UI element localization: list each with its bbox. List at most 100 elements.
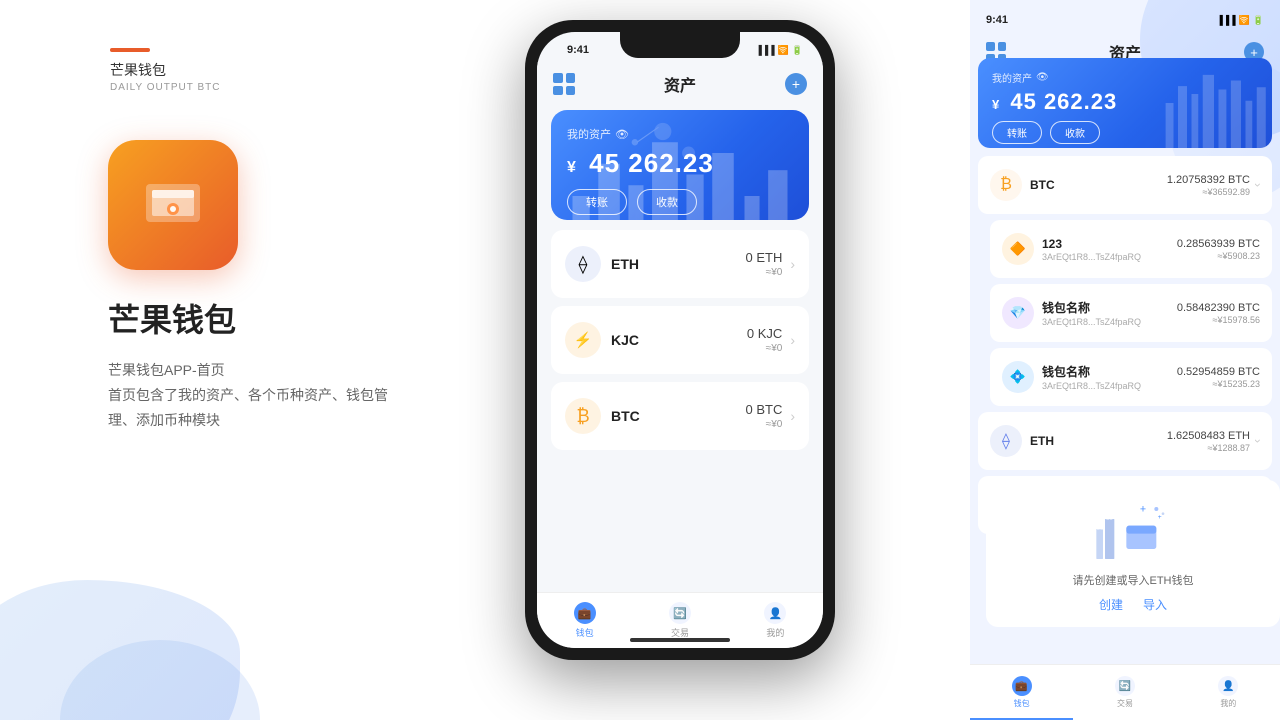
eth-logo: ⟠ — [565, 246, 601, 282]
signal-icon: ▐▐▐ — [755, 45, 774, 55]
kjc-amount: 0 KJC — [747, 326, 782, 341]
right-eth-name: ETH — [1030, 434, 1054, 448]
btc-logo: ₿ — [565, 398, 601, 434]
mine-nav-icon: 👤 — [764, 602, 786, 624]
eth-create-illustration: + + — [1093, 494, 1173, 564]
right-nav-trade[interactable]: 🔄 交易 — [1073, 665, 1176, 720]
phone-nav-wallet[interactable]: 💼 钱包 — [537, 593, 632, 648]
right-trade-nav-icon: 🔄 — [1115, 676, 1135, 696]
phone-coin-right-kjc: 0 KJC ≈¥0 › — [747, 326, 795, 354]
battery-icon: 🔋 — [792, 45, 803, 56]
right-eth-amounts: 1.62508483 ETH ≈¥1288.87 — [1167, 430, 1250, 453]
phone-coin-left-btc: ₿ BTC — [565, 398, 640, 434]
right-eth-sub: ≈¥1288.87 — [1167, 443, 1250, 453]
right-btc-right: 1.20758392 BTC ≈¥36592.89 › — [1167, 174, 1260, 197]
wallet-nav-icon: 💼 — [574, 602, 596, 624]
right-btc-main: 1.20758392 BTC — [1167, 174, 1250, 186]
eth-import-link[interactable]: 导入 — [1143, 596, 1167, 613]
brand-tagline: DAILY OUTPUT BTC — [110, 82, 220, 93]
phone-screen: 9:41 ▐▐▐ 🛜 🔋 资产 + — [537, 32, 823, 648]
phone-coin-item-kjc[interactable]: ⚡ KJC 0 KJC ≈¥0 › — [551, 306, 809, 374]
right-coin-123[interactable]: 🔶 123 3ArEQt1R8...TsZ4fpaRQ 0.28563939 B… — [990, 220, 1272, 278]
eth-amounts: 0 ETH ≈¥0 — [745, 250, 782, 278]
right-123-name: 123 — [1042, 237, 1141, 251]
wifi-icon: 🛜 — [778, 45, 789, 56]
btc-amounts: 0 BTC ≈¥0 — [745, 402, 782, 430]
desc-line1: 芒果钱包APP-首页 — [108, 358, 388, 383]
right-eth-chevron-icon: › — [1251, 439, 1265, 443]
right-eth-right: 1.62508483 ETH ≈¥1288.87 › — [1167, 430, 1260, 453]
phone-coin-item-btc[interactable]: ₿ BTC 0 BTC ≈¥0 › — [551, 382, 809, 450]
right-bottom-nav: 💼 钱包 🔄 交易 👤 我的 — [970, 664, 1280, 720]
eth-create-link[interactable]: 创建 — [1099, 596, 1123, 613]
right-signal-icon: ▐▐▐ — [1216, 15, 1235, 25]
mine-nav-label: 我的 — [766, 626, 784, 639]
right-wallet2-right: 0.52954859 BTC ≈¥15235.23 — [1177, 366, 1260, 389]
trade-nav-icon: 🔄 — [669, 602, 691, 624]
right-eth-info: ETH — [1030, 434, 1054, 448]
right-nav-wallet[interactable]: 💼 钱包 — [970, 665, 1073, 720]
app-icon — [108, 140, 238, 270]
right-eth-main: 1.62508483 ETH — [1167, 430, 1250, 442]
right-wallet1-right: 0.58482390 BTC ≈¥15978.56 — [1177, 302, 1260, 325]
right-mine-nav-icon: 👤 — [1218, 676, 1238, 696]
wallet-nav-label: 钱包 — [576, 626, 594, 639]
right-coin-eth[interactable]: ⟠ ETH 1.62508483 ETH ≈¥1288.87 › — [978, 412, 1272, 470]
eth-amount: 0 ETH — [745, 250, 782, 265]
eth-create-text: 请先创建或导入ETH钱包 — [1000, 572, 1266, 588]
eth-chevron-icon: › — [790, 256, 795, 272]
desc-line3: 理、添加币种模块 — [108, 408, 388, 433]
right-coin-wallet1[interactable]: 💎 钱包名称 3ArEQt1R8...TsZ4fpaRQ 0.58482390 … — [990, 284, 1272, 342]
kjc-logo: ⚡ — [565, 322, 601, 358]
right-trade-nav-label: 交易 — [1117, 698, 1133, 709]
eth-coin-name: ETH — [611, 256, 639, 272]
eth-create-links: 创建 导入 — [1000, 596, 1266, 613]
right-eye-icon: 👁 — [1036, 72, 1049, 83]
right-123-sub: ≈¥5908.23 — [1177, 251, 1260, 261]
right-eth-left: ⟠ ETH — [990, 425, 1054, 457]
right-btc-amounts: 1.20758392 BTC ≈¥36592.89 — [1167, 174, 1250, 197]
right-amount-value: 45 262.23 — [1010, 89, 1117, 114]
kjc-amounts: 0 KJC ≈¥0 — [747, 326, 782, 354]
right-wallet-nav-icon: 💼 — [1012, 676, 1032, 696]
right-wallet1-name: 钱包名称 — [1042, 299, 1141, 316]
right-btc-logo: ₿ — [990, 169, 1022, 201]
right-battery-icon: 🔋 — [1253, 15, 1264, 26]
eth-create-box: + + 请先创建或导入ETH钱包 创建 导入 — [986, 480, 1280, 627]
brand-accent-line — [110, 48, 150, 52]
right-btc-sub: ≈¥36592.89 — [1167, 187, 1250, 197]
kjc-coin-name: KJC — [611, 332, 639, 348]
right-receive-button[interactable]: 收款 — [1050, 121, 1100, 144]
right-transfer-button[interactable]: 转账 — [992, 121, 1042, 144]
phone-coin-right-btc: 0 BTC ≈¥0 › — [745, 402, 795, 430]
right-wallet2-left: 💠 钱包名称 3ArEQt1R8...TsZ4fpaRQ — [1002, 361, 1141, 393]
app-icon-graphic — [138, 164, 208, 247]
right-wallet2-addr: 3ArEQt1R8...TsZ4fpaRQ — [1042, 381, 1141, 391]
right-123-info: 123 3ArEQt1R8...TsZ4fpaRQ — [1042, 237, 1141, 262]
phone-coin-item-eth[interactable]: ⟠ ETH 0 ETH ≈¥0 › — [551, 230, 809, 298]
right-wallet2-name: 钱包名称 — [1042, 363, 1141, 380]
right-nav-mine[interactable]: 👤 我的 — [1177, 665, 1280, 720]
phone-coin-left-eth: ⟠ ETH — [565, 246, 639, 282]
right-wallet1-left: 💎 钱包名称 3ArEQt1R8...TsZ4fpaRQ — [1002, 297, 1141, 329]
phone-header: 资产 + — [537, 62, 823, 106]
right-wallet2-logo: 💠 — [1002, 361, 1034, 393]
phone-time: 9:41 — [567, 44, 589, 56]
phone-mockup: 9:41 ▐▐▐ 🛜 🔋 资产 + — [490, 20, 870, 700]
right-coin-btc[interactable]: ₿ BTC 1.20758392 BTC ≈¥36592.89 › — [978, 156, 1272, 214]
phone-coin-right-eth: 0 ETH ≈¥0 › — [745, 250, 795, 278]
app-description: 芒果钱包APP-首页 首页包含了我的资产、各个币种资产、钱包管 理、添加币种模块 — [108, 358, 388, 434]
right-coin-wallet2[interactable]: 💠 钱包名称 3ArEQt1R8...TsZ4fpaRQ 0.52954859 … — [990, 348, 1272, 406]
right-wallet1-info: 钱包名称 3ArEQt1R8...TsZ4fpaRQ — [1042, 299, 1141, 327]
right-mine-nav-label: 我的 — [1220, 698, 1236, 709]
eth-sub: ≈¥0 — [745, 267, 782, 278]
right-wallet2-info: 钱包名称 3ArEQt1R8...TsZ4fpaRQ — [1042, 363, 1141, 391]
menu-icon[interactable] — [553, 73, 575, 95]
phone-header-title: 资产 — [664, 72, 696, 96]
phone-nav-mine[interactable]: 👤 我的 — [728, 593, 823, 648]
right-wifi-icon: 🛜 — [1239, 15, 1250, 26]
phone-coin-list: ⟠ ETH 0 ETH ≈¥0 › ⚡ KJC — [537, 230, 823, 592]
left-section: 芒果钱包 DAILY OUTPUT BTC 芒果钱包 芒果钱包APP-首页 首页… — [0, 0, 560, 720]
right-123-logo: 🔶 — [1002, 233, 1034, 265]
add-button[interactable]: + — [785, 73, 807, 95]
